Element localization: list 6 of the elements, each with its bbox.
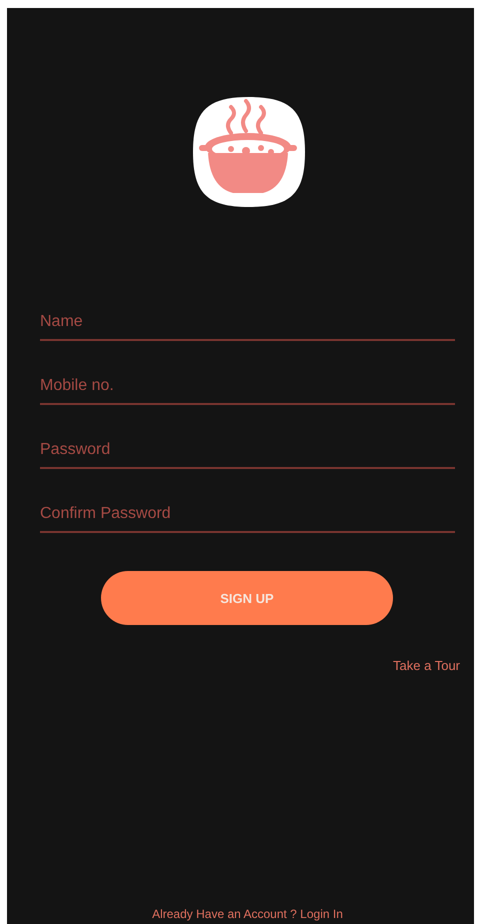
input-field[interactable]: Password: [40, 430, 455, 469]
input-field[interactable]: Mobile no.: [40, 366, 455, 405]
take-a-tour-link[interactable]: Take a Tour: [393, 658, 460, 673]
login-link[interactable]: Already Have an Account ? Login In: [152, 907, 343, 921]
input-field[interactable]: Name: [40, 302, 455, 341]
input-field[interactable]: Confirm Password: [40, 494, 455, 533]
